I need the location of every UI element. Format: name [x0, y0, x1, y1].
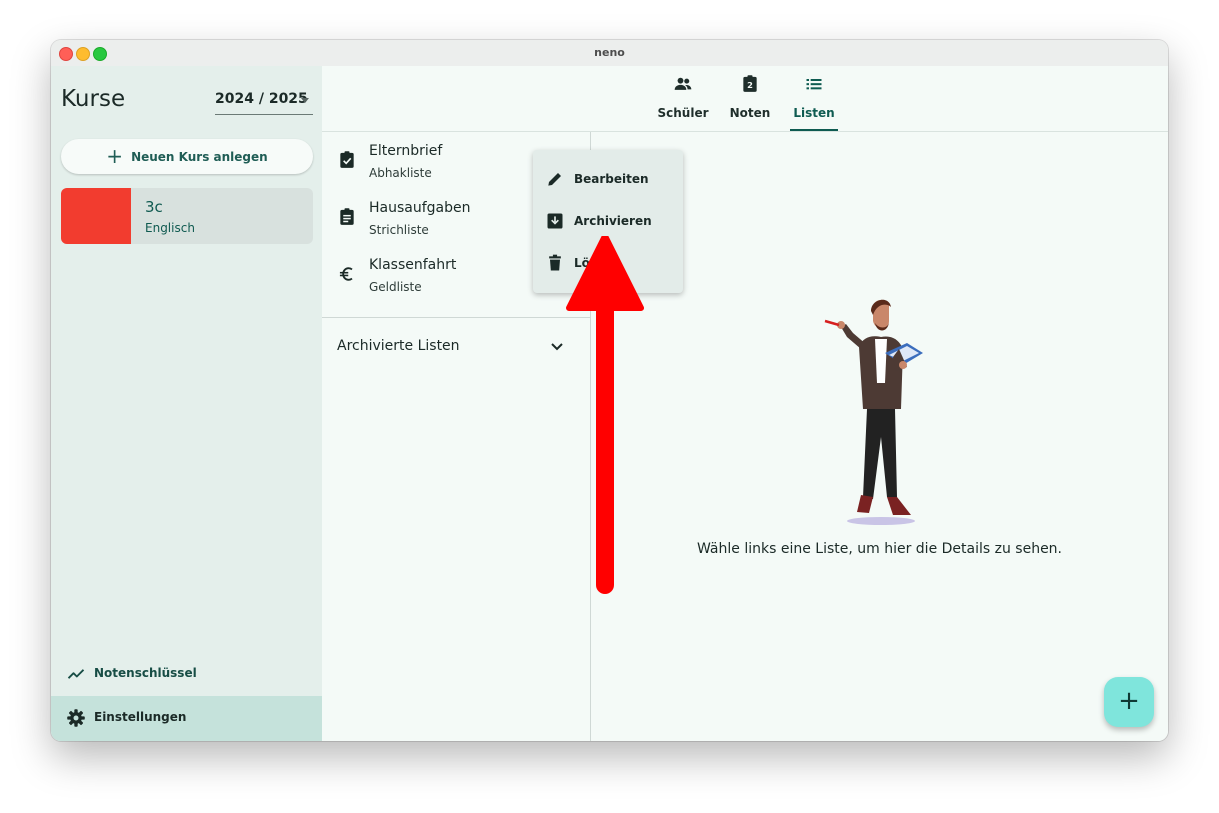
sidebar: Kurse 2024 / 2025 + Neuen Kurs anlegen 3… — [51, 66, 322, 741]
tab-noten[interactable]: 2 Noten — [725, 66, 775, 131]
menu-item-label: Bearbeiten — [574, 172, 649, 186]
settings-label: Einstellungen — [94, 710, 187, 724]
teacher-illustration — [824, 299, 923, 525]
course-color-stripe — [61, 188, 131, 244]
list-title: Klassenfahrt — [369, 257, 457, 273]
grade-clipboard-icon: 2 — [743, 75, 757, 92]
school-year-select[interactable]: 2024 / 2025 — [215, 90, 313, 115]
tab-bar: Schüler 2 Noten Listen — [322, 66, 1168, 132]
school-year-value: 2024 / 2025 — [215, 91, 308, 107]
gear-icon — [67, 709, 85, 727]
pencil-icon — [548, 173, 561, 186]
clipboard-check-icon — [340, 151, 354, 168]
archive-icon — [547, 213, 563, 229]
chevron-down-icon[interactable] — [550, 342, 564, 352]
tab-label: Schüler — [657, 106, 709, 120]
list-icon — [806, 79, 822, 90]
menu-item-label: Archivieren — [574, 214, 652, 228]
list-divider — [322, 317, 590, 318]
plus-icon: + — [106, 143, 124, 168]
sidebar-title: Kurse — [61, 86, 126, 112]
tab-label: Noten — [729, 106, 771, 120]
tab-listen[interactable]: Listen — [790, 66, 838, 131]
list-title: Hausaufgaben — [369, 200, 471, 216]
grading-key-link[interactable]: Notenschlüssel — [51, 652, 322, 696]
active-tab-indicator — [790, 129, 838, 131]
course-subject: Englisch — [145, 221, 195, 235]
annotation-arrow-icon — [566, 236, 644, 594]
tab-schueler[interactable]: Schüler — [655, 66, 711, 131]
tab-label: Listen — [793, 106, 835, 120]
course-card[interactable]: 3c Englisch — [61, 188, 313, 244]
window-title: neno — [594, 46, 625, 59]
archived-lists-toggle[interactable]: Archivierte Listen — [337, 338, 460, 354]
course-name: 3c — [145, 198, 163, 216]
trending-up-icon — [67, 669, 85, 679]
clipboard-text-icon — [340, 208, 354, 225]
menu-item-edit[interactable]: Bearbeiten — [533, 158, 683, 200]
dropdown-caret-icon — [301, 98, 309, 103]
new-course-label: Neuen Kurs anlegen — [131, 149, 268, 164]
add-list-fab[interactable]: + — [1104, 677, 1154, 727]
svg-text:2: 2 — [747, 80, 753, 90]
title-bar[interactable]: neno — [51, 40, 1168, 67]
trash-icon — [549, 254, 561, 271]
people-icon — [674, 77, 692, 90]
list-subtitle: Geldliste — [369, 280, 422, 294]
settings-link[interactable]: Einstellungen — [51, 696, 322, 741]
grading-key-label: Notenschlüssel — [94, 666, 197, 680]
euro-icon — [339, 267, 353, 281]
new-course-button[interactable]: + Neuen Kurs anlegen — [61, 139, 313, 174]
list-title: Elternbrief — [369, 143, 443, 159]
empty-state-text: Wähle links eine Liste, um hier die Deta… — [696, 541, 1063, 557]
list-subtitle: Strichliste — [369, 223, 429, 237]
list-subtitle: Abhakliste — [369, 166, 432, 180]
